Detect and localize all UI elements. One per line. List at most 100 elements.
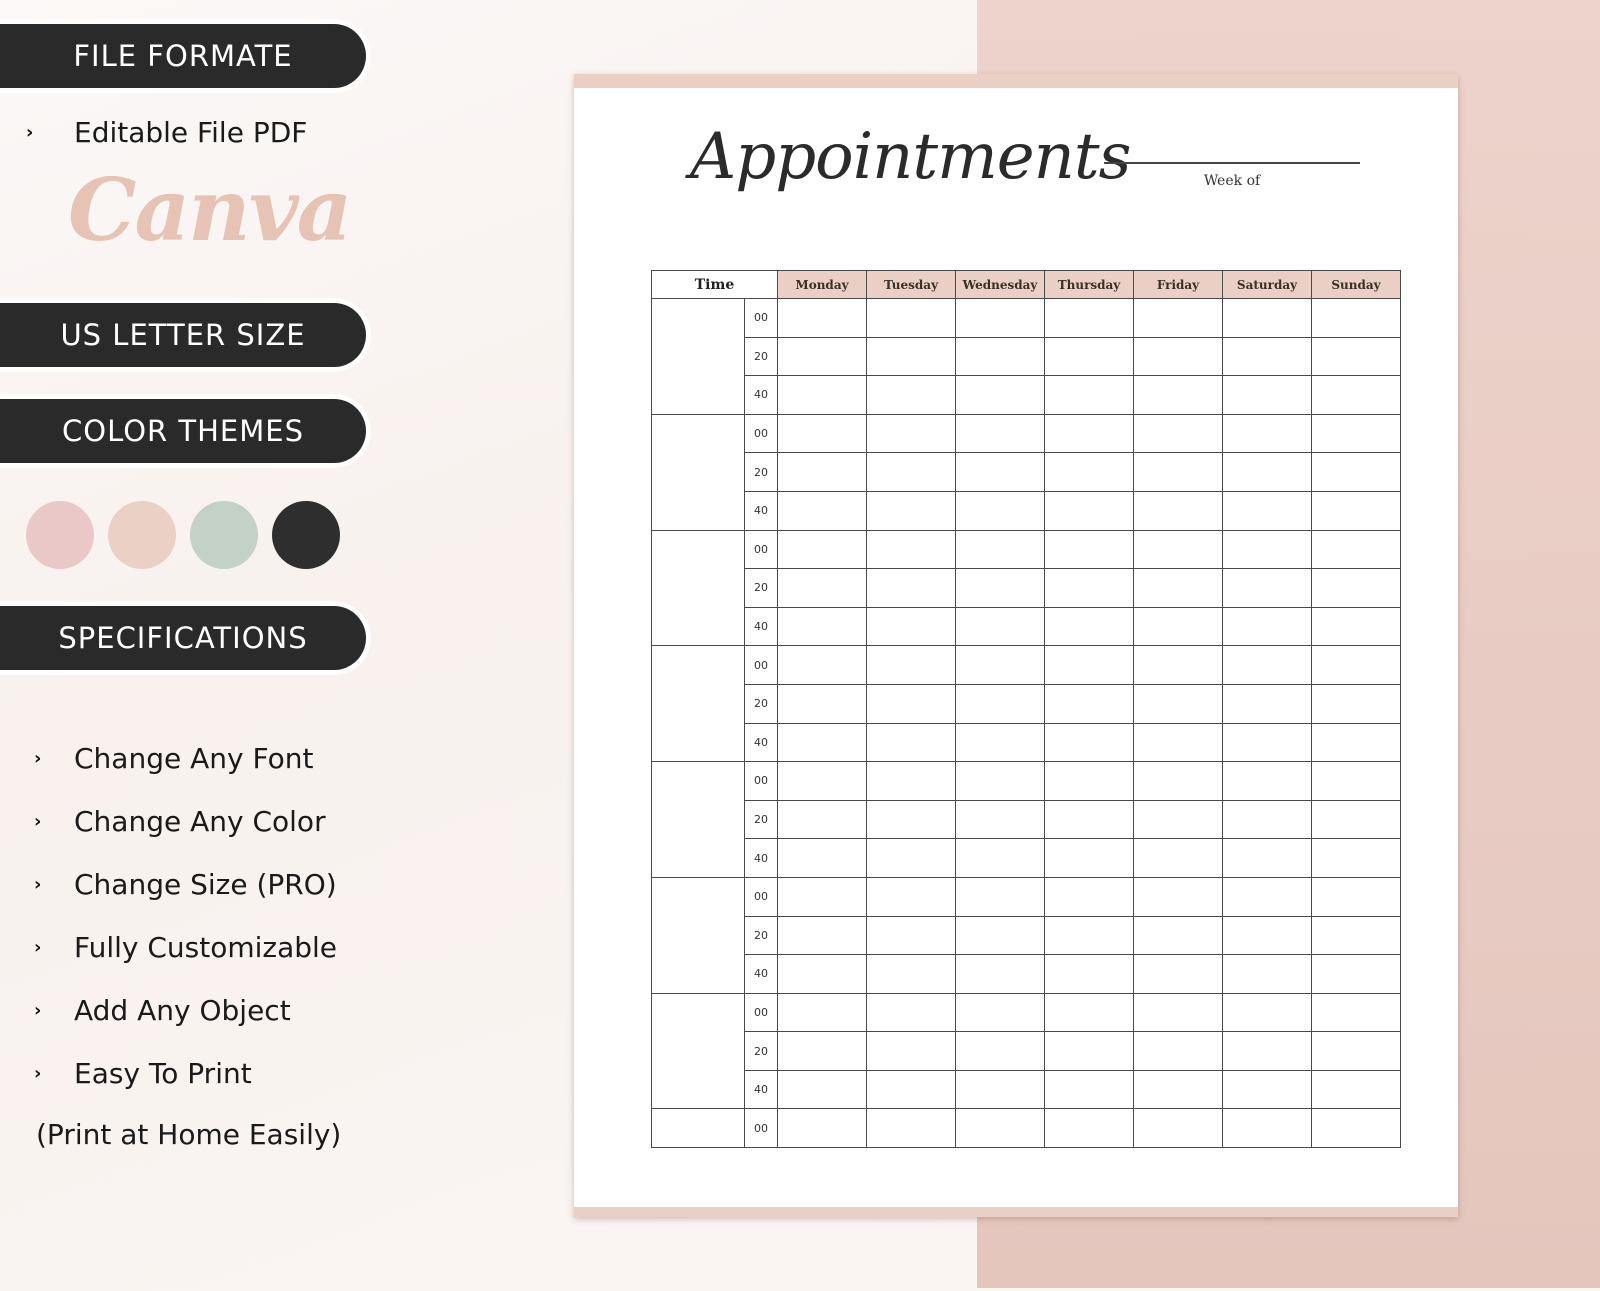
appointment-cell-sunday[interactable] [1311, 375, 1401, 415]
appointment-cell-monday[interactable] [777, 452, 867, 492]
appointment-cell-thursday[interactable] [1044, 490, 1134, 531]
appointment-cell-monday[interactable] [777, 606, 867, 647]
appointment-cell-wednesday[interactable] [955, 490, 1045, 531]
appointment-cell-friday[interactable] [1133, 452, 1223, 492]
appointment-cell-wednesday[interactable] [955, 799, 1045, 840]
appointment-cell-monday[interactable] [777, 761, 867, 801]
appointment-cell-wednesday[interactable] [955, 336, 1045, 377]
appointment-cell-saturday[interactable] [1222, 568, 1312, 608]
appointment-cell-thursday[interactable] [1044, 336, 1134, 377]
appointment-cell-sunday[interactable] [1311, 1031, 1401, 1071]
appointment-cell-saturday[interactable] [1222, 298, 1312, 338]
appointment-cell-wednesday[interactable] [955, 683, 1045, 724]
appointment-cell-wednesday[interactable] [955, 761, 1045, 801]
appointment-cell-thursday[interactable] [1044, 799, 1134, 840]
appointment-cell-friday[interactable] [1133, 298, 1223, 338]
hour-cell[interactable] [651, 529, 745, 647]
appointment-cell-wednesday[interactable] [955, 915, 1045, 956]
appointment-cell-friday[interactable] [1133, 1069, 1223, 1110]
appointment-cell-thursday[interactable] [1044, 1069, 1134, 1110]
appointment-cell-sunday[interactable] [1311, 606, 1401, 647]
appointment-cell-saturday[interactable] [1222, 529, 1312, 570]
hour-cell[interactable] [651, 992, 745, 1110]
appointment-cell-thursday[interactable] [1044, 761, 1134, 801]
appointment-cell-wednesday[interactable] [955, 1069, 1045, 1110]
appointment-cell-wednesday[interactable] [955, 298, 1045, 338]
hour-cell[interactable] [651, 876, 745, 994]
appointment-cell-friday[interactable] [1133, 490, 1223, 531]
appointment-cell-tuesday[interactable] [866, 413, 956, 454]
hour-cell[interactable] [651, 761, 745, 878]
appointment-cell-thursday[interactable] [1044, 645, 1134, 685]
appointment-cell-friday[interactable] [1133, 799, 1223, 840]
appointment-cell-tuesday[interactable] [866, 876, 956, 917]
appointment-cell-sunday[interactable] [1311, 1069, 1401, 1110]
appointment-cell-sunday[interactable] [1311, 683, 1401, 724]
appointment-cell-sunday[interactable] [1311, 722, 1401, 763]
appointment-cell-monday[interactable] [777, 375, 867, 415]
appointment-cell-saturday[interactable] [1222, 876, 1312, 917]
appointment-cell-tuesday[interactable] [866, 645, 956, 685]
appointment-cell-monday[interactable] [777, 992, 867, 1033]
appointment-cell-thursday[interactable] [1044, 915, 1134, 956]
appointment-cell-thursday[interactable] [1044, 838, 1134, 878]
appointment-cell-tuesday[interactable] [866, 683, 956, 724]
appointment-cell-sunday[interactable] [1311, 799, 1401, 840]
appointment-cell-sunday[interactable] [1311, 838, 1401, 878]
appointment-cell-thursday[interactable] [1044, 413, 1134, 454]
appointment-cell-wednesday[interactable] [955, 568, 1045, 608]
appointment-cell-saturday[interactable] [1222, 336, 1312, 377]
appointment-cell-saturday[interactable] [1222, 452, 1312, 492]
appointment-cell-friday[interactable] [1133, 336, 1223, 377]
appointment-cell-sunday[interactable] [1311, 413, 1401, 454]
appointment-cell-thursday[interactable] [1044, 683, 1134, 724]
appointment-cell-tuesday[interactable] [866, 490, 956, 531]
appointment-cell-saturday[interactable] [1222, 915, 1312, 956]
appointment-cell-sunday[interactable] [1311, 529, 1401, 570]
appointment-cell-saturday[interactable] [1222, 954, 1312, 994]
appointment-cell-sunday[interactable] [1311, 490, 1401, 531]
appointment-cell-friday[interactable] [1133, 1108, 1223, 1149]
appointment-cell-saturday[interactable] [1222, 606, 1312, 647]
appointment-cell-tuesday[interactable] [866, 452, 956, 492]
appointment-cell-wednesday[interactable] [955, 375, 1045, 415]
appointment-cell-tuesday[interactable] [866, 799, 956, 840]
appointment-cell-tuesday[interactable] [866, 992, 956, 1033]
appointment-cell-saturday[interactable] [1222, 1031, 1312, 1071]
appointment-cell-wednesday[interactable] [955, 992, 1045, 1033]
appointment-cell-sunday[interactable] [1311, 336, 1401, 377]
appointment-cell-friday[interactable] [1133, 529, 1223, 570]
appointment-cell-monday[interactable] [777, 799, 867, 840]
appointment-cell-monday[interactable] [777, 645, 867, 685]
appointment-cell-monday[interactable] [777, 298, 867, 338]
appointment-cell-wednesday[interactable] [955, 876, 1045, 917]
appointment-cell-monday[interactable] [777, 336, 867, 377]
appointment-cell-saturday[interactable] [1222, 413, 1312, 454]
appointment-cell-tuesday[interactable] [866, 1108, 956, 1149]
appointment-cell-saturday[interactable] [1222, 992, 1312, 1033]
appointment-cell-friday[interactable] [1133, 606, 1223, 647]
appointment-cell-tuesday[interactable] [866, 954, 956, 994]
appointment-cell-friday[interactable] [1133, 992, 1223, 1033]
appointment-cell-friday[interactable] [1133, 413, 1223, 454]
appointment-cell-tuesday[interactable] [866, 915, 956, 956]
appointment-cell-tuesday[interactable] [866, 761, 956, 801]
appointment-cell-friday[interactable] [1133, 568, 1223, 608]
hour-cell[interactable] [651, 1108, 745, 1149]
appointment-cell-friday[interactable] [1133, 954, 1223, 994]
hour-cell[interactable] [651, 413, 745, 531]
appointment-cell-tuesday[interactable] [866, 336, 956, 377]
appointment-cell-thursday[interactable] [1044, 992, 1134, 1033]
appointment-cell-saturday[interactable] [1222, 722, 1312, 763]
appointment-cell-thursday[interactable] [1044, 452, 1134, 492]
appointment-cell-tuesday[interactable] [866, 529, 956, 570]
appointment-cell-wednesday[interactable] [955, 838, 1045, 878]
appointment-cell-friday[interactable] [1133, 1031, 1223, 1071]
appointment-cell-sunday[interactable] [1311, 298, 1401, 338]
appointment-cell-thursday[interactable] [1044, 876, 1134, 917]
appointment-cell-monday[interactable] [777, 1069, 867, 1110]
appointment-cell-sunday[interactable] [1311, 761, 1401, 801]
appointment-cell-saturday[interactable] [1222, 761, 1312, 801]
appointment-cell-sunday[interactable] [1311, 568, 1401, 608]
appointment-cell-saturday[interactable] [1222, 1108, 1312, 1149]
